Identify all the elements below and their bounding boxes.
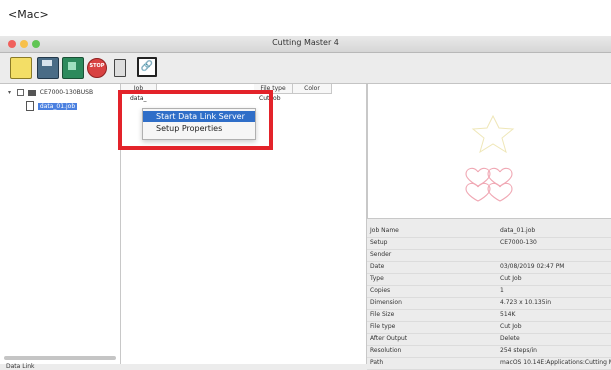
star-outline (471, 114, 515, 154)
info-key-resolution: Resolution (370, 347, 402, 354)
info-value-file-type: Cut Job (500, 323, 522, 330)
info-value-dimension: 4.723 x 10.135in (500, 299, 552, 306)
info-value-job-name: data_01.job (500, 227, 536, 234)
info-value-path: macOS 10.14E:Applications:Cutting M (500, 359, 611, 366)
info-key-sender: Sender (370, 251, 392, 258)
horizontal-scrollbar[interactable] (4, 356, 116, 360)
send-to-device-icon[interactable] (62, 57, 84, 79)
mac-overlay-label: <Mac> (8, 8, 49, 21)
column-header-color[interactable]: Color (293, 84, 332, 94)
stop-label: STOP (89, 63, 105, 69)
status-bar-left: Data Link (6, 363, 35, 370)
device-label: CE7000-130BUSB (39, 89, 94, 96)
title-bar: Cutting Master 4 (0, 36, 611, 53)
info-key-file-type: File type (370, 323, 396, 330)
tree-device-row[interactable]: ▾ CE7000-130BUSB (8, 89, 93, 99)
info-key-type: Type (370, 275, 384, 282)
file-icon (26, 101, 34, 111)
info-value-type: Cut Job (500, 275, 522, 282)
info-key-date: Date (370, 263, 385, 270)
save-icon[interactable] (37, 57, 59, 79)
info-value-setup: CE7000-130 (500, 239, 537, 246)
info-value-file-size: 514K (500, 311, 516, 318)
chevron-down-icon[interactable]: ▾ (8, 89, 13, 96)
device-checkbox[interactable] (16, 89, 24, 96)
info-value-date: 03/08/2019 02:47 PM (500, 263, 565, 270)
tree-file-row[interactable]: data_01.job (26, 101, 78, 111)
info-key-dimension: Dimension (370, 299, 402, 306)
info-value-copies: 1 (500, 287, 504, 294)
heart-outlines (465, 167, 513, 202)
file-label: data_01.job (37, 102, 78, 110)
info-key-setup: Setup (370, 239, 388, 246)
info-key-copies: Copies (370, 287, 391, 294)
data-link-icon[interactable]: 🔗 (137, 57, 157, 77)
job-preview (367, 84, 611, 219)
info-key-path: Path (370, 359, 384, 366)
info-row-path: Path macOS 10.14E:Applications:Cutting M (367, 357, 611, 370)
preview-graphic (465, 114, 515, 202)
info-value-after-output: Delete (500, 335, 520, 342)
trash-icon[interactable] (114, 59, 126, 77)
annotation-highlight-box (118, 90, 273, 150)
app-window: Cutting Master 4 STOP 🔗 ▾ CE7000-130BUSB… (0, 36, 611, 370)
info-value-resolution: 254 steps/in (500, 347, 537, 354)
device-tree-panel: ▾ CE7000-130BUSB data_01.job (0, 84, 121, 364)
job-info-table: Job Name data_01.job Setup CE7000-130 Se… (367, 225, 611, 370)
info-key-after-output: After Output (370, 335, 408, 342)
info-key-file-size: File Size (370, 311, 395, 318)
plotter-icon (27, 89, 36, 96)
info-key-job-name: Job Name (370, 227, 399, 234)
toolbar: STOP 🔗 (0, 53, 611, 84)
open-folder-icon[interactable] (10, 57, 32, 79)
window-title: Cutting Master 4 (272, 38, 339, 47)
stop-icon[interactable]: STOP (87, 58, 107, 78)
